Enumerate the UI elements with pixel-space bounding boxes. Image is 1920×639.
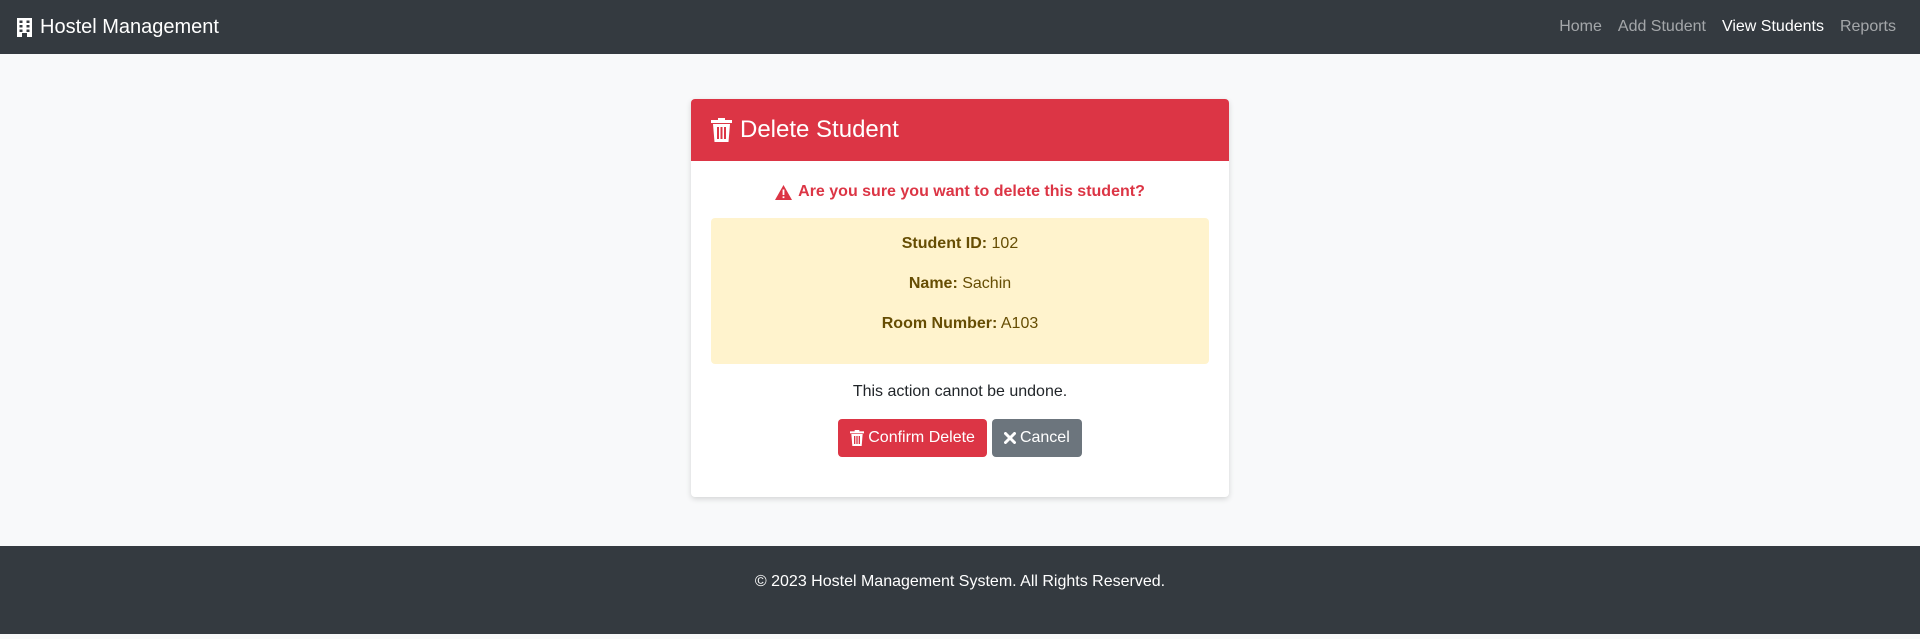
confirm-delete-label: Confirm Delete — [868, 429, 975, 446]
building-icon — [17, 18, 32, 37]
nav-links: Home Add Student View Students Reports — [1551, 10, 1904, 44]
room-number-value: A103 — [1000, 315, 1039, 332]
top-navbar: Hostel Management Home Add Student View … — [0, 0, 1920, 54]
delete-warning: Are you sure you want to delete this stu… — [711, 183, 1209, 201]
student-id-label: Student ID: — [901, 235, 988, 252]
student-id-value: 102 — [991, 235, 1019, 252]
cancel-button[interactable]: Cancel — [991, 419, 1082, 457]
cancel-label: Cancel — [1019, 429, 1070, 446]
student-id-row: Student ID: 102 — [711, 234, 1209, 254]
student-name-row: Name: Sachin — [711, 274, 1209, 294]
footer-copyright: © 2023 Hostel Management System. All Rig… — [754, 573, 1166, 590]
nav-link-add-student[interactable]: Add Student — [1610, 10, 1714, 44]
card-body: Are you sure you want to delete this stu… — [691, 183, 1229, 457]
student-name-label: Name: — [908, 275, 958, 292]
card-header: Delete Student — [691, 99, 1229, 161]
nav-link-reports[interactable]: Reports — [1832, 10, 1904, 44]
delete-student-card: Delete Student Are you sure you want to … — [691, 99, 1229, 497]
brand-link[interactable]: Hostel Management — [16, 16, 219, 39]
nav-link-home[interactable]: Home — [1551, 10, 1610, 44]
student-details-alert: Student ID: 102 Name: Sachin Room Number… — [711, 218, 1209, 364]
card-title: Delete Student — [740, 116, 899, 143]
confirm-delete-button[interactable]: Confirm Delete — [838, 419, 987, 457]
nav-link-view-students[interactable]: View Students — [1714, 10, 1832, 44]
close-icon — [1003, 432, 1016, 444]
room-number-row: Room Number: A103 — [711, 314, 1209, 334]
warning-triangle-icon — [775, 184, 793, 200]
trash-icon — [711, 118, 732, 142]
trash-icon — [850, 430, 865, 446]
irreversible-note: This action cannot be undone. — [852, 383, 1068, 400]
page-footer: © 2023 Hostel Management System. All Rig… — [0, 546, 1920, 634]
student-name-value: Sachin — [962, 275, 1012, 292]
warning-text: Are you sure you want to delete this stu… — [798, 183, 1145, 200]
action-buttons: Confirm Delete Cancel — [711, 419, 1209, 457]
room-number-label: Room Number: — [881, 315, 998, 332]
brand-title: Hostel Management — [40, 15, 219, 38]
